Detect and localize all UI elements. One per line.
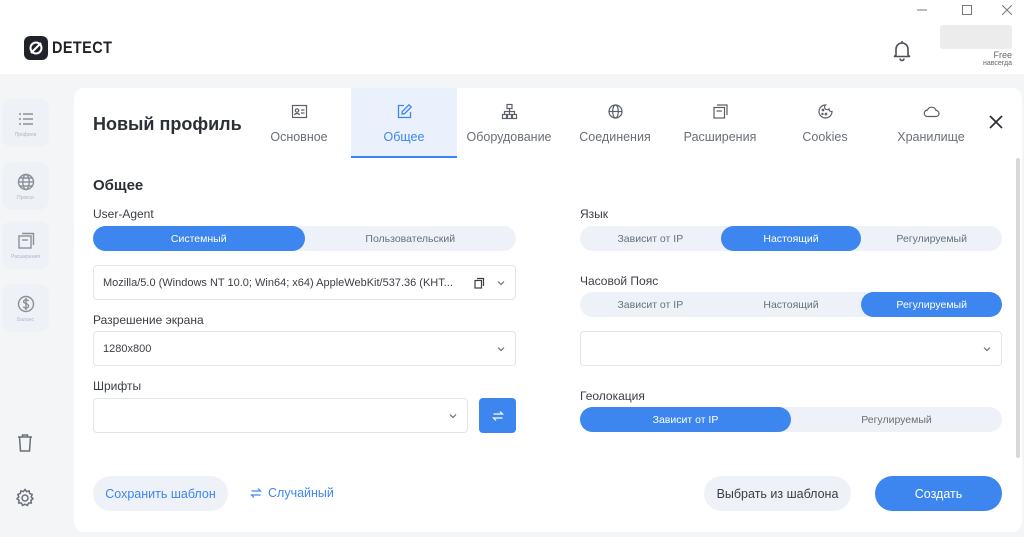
tab-label: Расширения — [683, 130, 757, 144]
bell-icon[interactable] — [890, 38, 914, 62]
user-agent-option-system[interactable]: Системный — [93, 226, 305, 251]
random-button[interactable]: Случайный — [250, 486, 334, 500]
resolution-select[interactable]: 1280x800 — [93, 331, 516, 366]
swap-icon — [491, 410, 504, 421]
resolution-label: Разрешение экрана — [93, 313, 204, 327]
trash-icon[interactable] — [14, 432, 36, 454]
sidebar-item-profiles[interactable]: Профили — [2, 99, 49, 147]
extensions-icon — [17, 232, 34, 249]
tab-hardware[interactable]: Оборудование — [456, 88, 562, 158]
logo-icon — [24, 36, 48, 60]
swap-icon — [250, 488, 262, 498]
tab-connections[interactable]: Соединения — [562, 88, 668, 158]
sidebar-item-label: Профили — [14, 131, 37, 138]
geolocation-toggle: Зависит от IP Регулируемый — [580, 407, 1002, 432]
tab-label: Общее — [383, 130, 425, 144]
cloud-icon — [923, 106, 940, 118]
tab-general[interactable]: Общее — [351, 88, 457, 158]
language-option-ip[interactable]: Зависит от IP — [580, 226, 721, 251]
dollar-icon — [17, 295, 34, 312]
gear-icon[interactable] — [14, 487, 36, 509]
sidebar-item-label: Расширения — [10, 253, 41, 260]
sidebar-item-extensions[interactable]: Расширения — [2, 221, 49, 269]
chevron-down-icon — [983, 347, 991, 352]
tab-label: Соединения — [579, 130, 651, 144]
section-title: Общее — [93, 177, 144, 194]
close-icon[interactable] — [986, 112, 1006, 132]
sidebar-item-balance[interactable]: Баланс — [2, 284, 49, 332]
plan-label: Free — [993, 50, 1012, 60]
random-label: Случайный — [268, 486, 334, 500]
fonts-randomize-button[interactable] — [479, 398, 516, 433]
chevron-down-icon — [449, 414, 457, 419]
timezone-option-custom[interactable]: Регулируемый — [861, 292, 1003, 317]
fonts-label: Шрифты — [93, 379, 142, 393]
list-icon — [18, 112, 33, 125]
fonts-select[interactable] — [93, 398, 468, 433]
create-button[interactable]: Создать — [875, 476, 1002, 511]
user-agent-toggle: Системный Пользовательский — [93, 226, 516, 251]
globe-icon — [17, 173, 34, 190]
maximize-icon[interactable] — [955, 2, 979, 18]
user-agent-field[interactable]: Mozilla/5.0 (Windows NT 10.0; Win64; x64… — [93, 265, 516, 300]
language-option-real[interactable]: Настоящий — [720, 226, 862, 251]
timezone-option-ip[interactable]: Зависит от IP — [580, 292, 721, 317]
window-close-icon[interactable] — [995, 2, 1019, 18]
scrollbar[interactable] — [1016, 158, 1020, 458]
logo-text: DETECT — [52, 38, 113, 57]
tab-label: Оборудование — [466, 130, 552, 144]
logo[interactable]: DETECT — [24, 36, 123, 60]
tab-label: Cookies — [802, 130, 848, 144]
user-agent-label: User-Agent — [93, 207, 154, 221]
geolocation-option-ip[interactable]: Зависит от IP — [580, 407, 791, 432]
tab-cookies[interactable]: Cookies — [772, 88, 878, 158]
id-card-icon — [291, 104, 307, 119]
cookie-icon — [817, 104, 833, 119]
plan-sub-label: навсегда — [982, 60, 1012, 67]
sidebar: Профили Прокси Расширения Баланс — [0, 74, 60, 537]
sidebar-item-label: Баланс — [16, 316, 35, 323]
sidebar-item-label: Прокси — [17, 194, 34, 201]
tab-extensions[interactable]: Расширения — [667, 88, 773, 158]
geolocation-label: Геолокация — [580, 389, 645, 403]
user-agent-option-custom[interactable]: Пользовательский — [305, 226, 517, 251]
resolution-value: 1280x800 — [103, 342, 152, 355]
copy-icon[interactable] — [473, 277, 485, 289]
top-bar: DETECT Free навсегда — [0, 0, 1024, 74]
choose-template-button[interactable]: Выбрать из шаблона — [704, 476, 851, 511]
timezone-label: Часовой Пояс — [580, 274, 659, 288]
save-template-button[interactable]: Сохранить шаблон — [93, 476, 228, 511]
hardware-icon — [501, 103, 517, 120]
timezone-select[interactable] — [580, 331, 1002, 366]
timezone-toggle: Зависит от IP Настоящий Регулируемый — [580, 292, 1003, 317]
geolocation-option-custom[interactable]: Регулируемый — [791, 407, 1002, 432]
tab-storage[interactable]: Хранилище — [878, 88, 984, 158]
language-label: Язык — [580, 207, 609, 221]
chevron-down-icon — [497, 347, 505, 352]
language-toggle: Зависит от IP Настоящий Регулируемый — [580, 226, 1002, 251]
chevron-down-icon — [497, 281, 505, 286]
tab-label: Хранилище — [897, 130, 965, 144]
timezone-option-real[interactable]: Настоящий — [721, 292, 862, 317]
tab-label: Основное — [270, 130, 328, 144]
edit-icon — [397, 103, 412, 119]
new-profile-card: Новый профиль Основное Общее Оборудовани… — [74, 88, 1022, 532]
tab-basic[interactable]: Основное — [246, 88, 352, 158]
language-option-custom[interactable]: Регулируемый — [861, 226, 1002, 251]
page-title: Новый профиль — [93, 114, 242, 134]
sidebar-item-proxy[interactable]: Прокси — [2, 162, 49, 210]
user-account[interactable]: Free навсегда — [940, 25, 1012, 67]
avatar — [940, 25, 1012, 49]
user-agent-value: Mozilla/5.0 (Windows NT 10.0; Win64; x64… — [103, 276, 453, 289]
globe-icon — [607, 104, 623, 119]
extensions-icon — [712, 104, 728, 119]
minimize-icon[interactable] — [910, 2, 934, 18]
